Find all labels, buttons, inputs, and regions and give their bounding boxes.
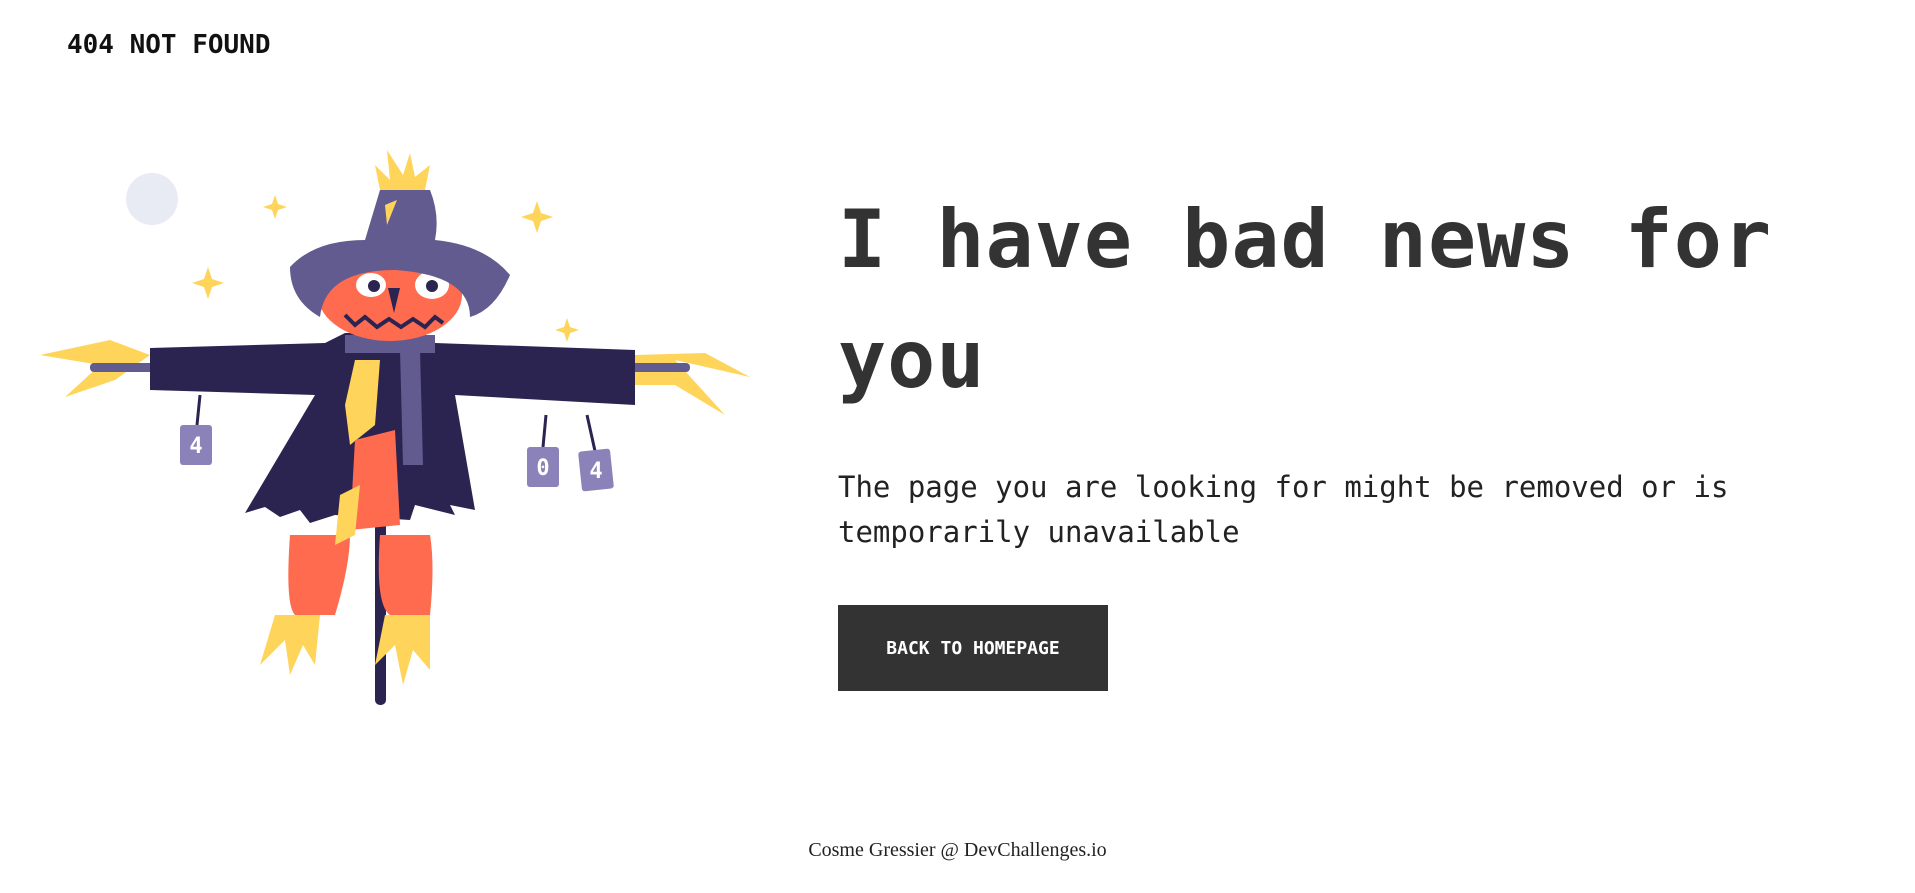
can-label: 4: [189, 434, 202, 459]
can-label: 4: [589, 459, 602, 484]
right-hand-straw: [635, 353, 750, 415]
content-block: I have bad news for you The page you are…: [838, 180, 1798, 555]
page: 404 NOT FOUND 4 0 4 I have bad news for …: [0, 0, 1915, 893]
moon-icon: [126, 173, 178, 225]
back-to-homepage-button[interactable]: BACK TO HOMEPAGE: [838, 605, 1108, 691]
coat: [150, 333, 635, 545]
page-headline: I have bad news for you: [838, 193, 1773, 406]
can-label: 0: [536, 456, 549, 481]
scarecrow-illustration: 4 0 4: [40, 150, 750, 705]
site-title: 404 NOT FOUND: [67, 30, 271, 60]
footer-credit: Cosme Gressier @ DevChallenges.io: [808, 839, 1107, 861]
legs: [260, 535, 433, 685]
error-message: The page you are looking for might be re…: [838, 470, 1729, 549]
